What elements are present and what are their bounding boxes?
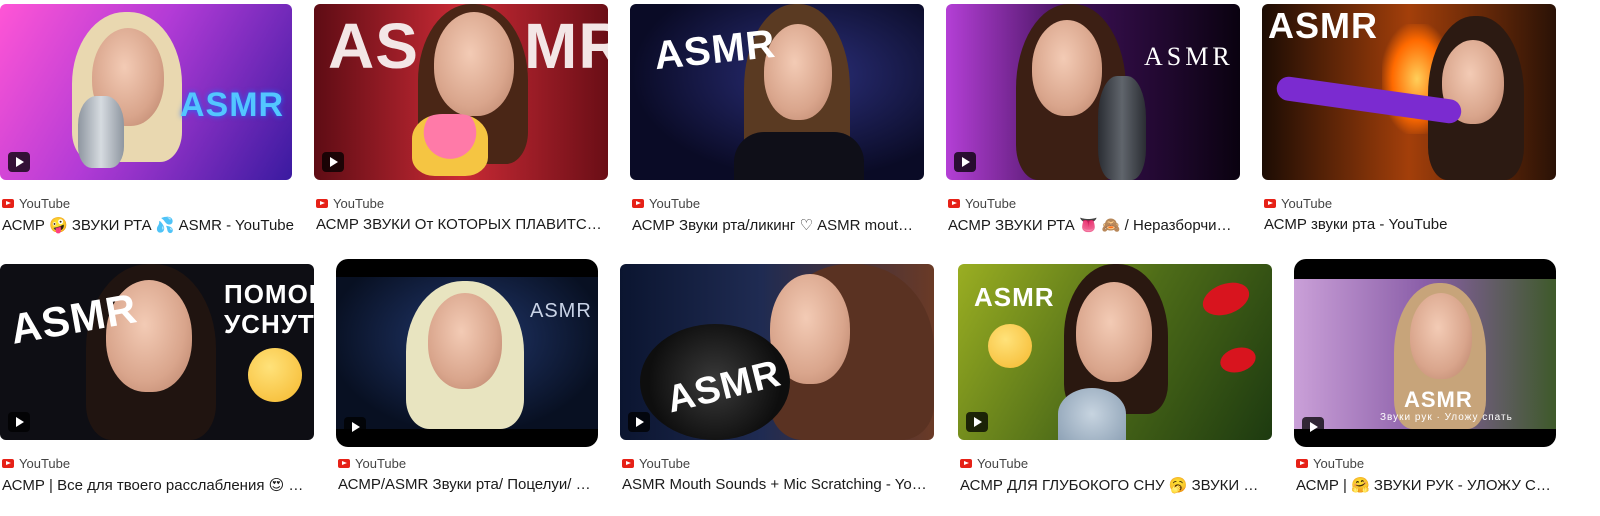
source-label: YouTube — [19, 456, 71, 471]
result-thumbnail[interactable]: ASMR Звуки рук · Уложу спать — [1294, 259, 1556, 447]
youtube-icon — [1296, 459, 1308, 468]
result-source[interactable]: YouTube — [948, 196, 1016, 211]
source-label: YouTube — [19, 196, 71, 211]
source-label: YouTube — [639, 456, 691, 471]
lips-icon — [1217, 343, 1259, 377]
result-source[interactable]: YouTube — [338, 456, 406, 471]
thumbnail-title-text: ASMR — [974, 282, 1055, 312]
thumbnail-title-text: ASMR — [1404, 387, 1473, 412]
play-icon — [8, 412, 30, 432]
result-source[interactable]: YouTube — [316, 196, 384, 211]
result-title[interactable]: АСМР 🤪 ЗВУКИ РТА 💦 ASMR - YouTube — [2, 216, 294, 234]
lips-icon — [1198, 276, 1254, 322]
result-title[interactable]: АСМР | Все для твоего расслабления 😍 … — [2, 476, 312, 494]
thumbnail-caption: Звуки рук · Уложу спать — [1380, 412, 1513, 423]
youtube-icon — [338, 459, 350, 468]
result-source[interactable]: YouTube — [1264, 196, 1332, 211]
play-icon — [1302, 417, 1324, 437]
result-thumbnail[interactable]: ASMR — [620, 264, 934, 440]
youtube-icon — [948, 199, 960, 208]
result-title[interactable]: АСМР Звуки рта/ликинг ♡ ASMR mouth sound… — [632, 216, 918, 234]
result-thumbnail[interactable]: ASMR ПОМОГУ УСНУТЬ — [0, 264, 314, 440]
thumbnail-title-text-right: ПОМОГУ УСНУТЬ — [224, 279, 314, 339]
thumbnail-title-text-left: AS — [328, 10, 419, 82]
result-thumbnail[interactable]: ASMR — [958, 264, 1272, 440]
youtube-icon — [1264, 199, 1276, 208]
youtube-icon — [2, 199, 14, 208]
result-title[interactable]: АСМР/ASMR Звуки рта/ Поцелуи/ Ушки — [338, 476, 598, 493]
thumbnail-title-text: ASMR — [1144, 42, 1234, 71]
play-icon — [344, 417, 366, 437]
result-title[interactable]: АСМР ДЛЯ ГЛУБОКОГО СНУ 🥱 ЗВУКИ РТА — [960, 476, 1260, 494]
result-source[interactable]: YouTube — [2, 196, 70, 211]
youtube-icon — [622, 459, 634, 468]
play-icon — [8, 152, 30, 172]
thumbnail-title-text-right: MR — [524, 10, 608, 82]
play-icon — [628, 412, 650, 432]
result-title[interactable]: АСМР ЗВУКИ РТА 👅 🙈 / Неразборчивый шепот — [948, 216, 1238, 234]
source-label: YouTube — [649, 196, 701, 211]
result-source[interactable]: YouTube — [960, 456, 1028, 471]
result-title[interactable]: АСМР звуки рта - YouTube — [1264, 216, 1558, 233]
play-icon — [966, 412, 988, 432]
result-thumbnail[interactable]: ASMR — [630, 4, 924, 180]
result-title[interactable]: ASMR Mouth Sounds + Mic Scratching - You… — [622, 476, 934, 493]
sleepy-emoji-icon — [248, 348, 302, 402]
play-icon — [954, 152, 976, 172]
result-thumbnail[interactable]: ASMR — [1262, 4, 1556, 180]
source-label: YouTube — [355, 456, 407, 471]
result-source[interactable]: YouTube — [1296, 456, 1364, 471]
result-thumbnail[interactable]: ASMR — [946, 4, 1240, 180]
result-source[interactable]: YouTube — [622, 456, 690, 471]
result-title[interactable]: АСМР | 🤗 ЗВУКИ РУК - УЛОЖУ СПАТЬ — [1296, 476, 1558, 494]
source-label: YouTube — [965, 196, 1017, 211]
cupcake-emoji-icon — [412, 114, 488, 176]
result-source[interactable]: YouTube — [632, 196, 700, 211]
source-label: YouTube — [1281, 196, 1333, 211]
result-thumbnail[interactable]: ASMR — [0, 4, 292, 180]
result-thumbnail[interactable]: AS MR — [314, 4, 608, 180]
youtube-icon — [632, 199, 644, 208]
source-label: YouTube — [977, 456, 1029, 471]
play-icon — [322, 152, 344, 172]
result-title[interactable]: АСМР ЗВУКИ От КОТОРЫХ ПЛАВИТСЯ МОЗГ — [316, 216, 610, 233]
result-source[interactable]: YouTube — [2, 456, 70, 471]
thumbnail-title-text: ASMR — [1268, 5, 1378, 46]
youtube-icon — [960, 459, 972, 468]
thumbnail-title-text: ASMR — [180, 86, 285, 124]
source-label: YouTube — [1313, 456, 1365, 471]
source-label: YouTube — [333, 196, 385, 211]
youtube-icon — [2, 459, 14, 468]
result-thumbnail[interactable]: ASMR — [336, 259, 598, 447]
thumbnail-title-text: ASMR — [530, 300, 592, 322]
youtube-icon — [316, 199, 328, 208]
tongue-emoji-icon — [988, 324, 1032, 368]
